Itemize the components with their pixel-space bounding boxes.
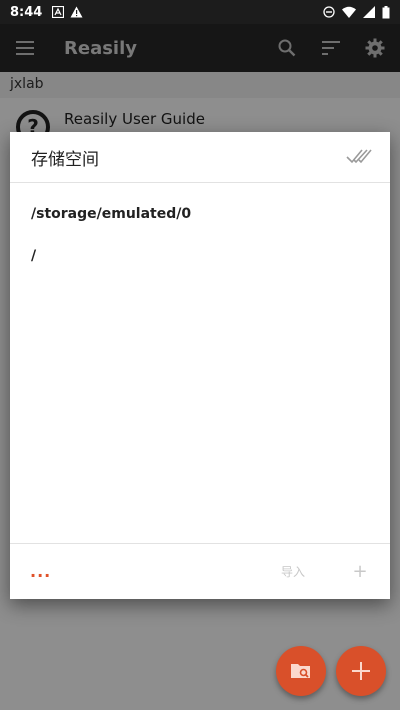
- system-icons: [323, 5, 390, 19]
- wifi-icon: [342, 6, 356, 18]
- app-notification-icon: [52, 6, 65, 18]
- signal-icon: [363, 6, 375, 18]
- dialog-footer: ... 导入 +: [10, 543, 390, 599]
- plus-icon: [352, 662, 370, 680]
- confirm-button[interactable]: [346, 147, 372, 167]
- dialog-header: 存储空间: [10, 132, 390, 183]
- battery-icon: [382, 5, 390, 18]
- path-item-storage[interactable]: /storage/emulated/0: [10, 193, 390, 235]
- path-label: /storage/emulated/0: [31, 206, 192, 222]
- folder-search-icon: [291, 664, 310, 678]
- import-button[interactable]: 导入: [281, 563, 305, 580]
- more-button[interactable]: ...: [30, 562, 51, 581]
- storage-dialog: 存储空间 /storage/emulated/0 / ... 导入 +: [10, 132, 390, 599]
- path-label: /: [31, 248, 37, 264]
- path-item-root[interactable]: /: [10, 235, 390, 277]
- folder-search-fab[interactable]: [276, 646, 326, 696]
- notification-icons: [52, 6, 83, 18]
- status-time: 8:44: [10, 4, 43, 20]
- dialog-title: 存储空间: [31, 149, 99, 170]
- screen: 8:44 Reasily jxlab ? Reasily User Guide …: [0, 0, 400, 710]
- double-check-icon: [346, 149, 372, 164]
- do-not-disturb-icon: [323, 6, 335, 18]
- status-bar: 8:44: [0, 0, 400, 24]
- add-path-button[interactable]: +: [350, 561, 370, 582]
- add-fab[interactable]: [336, 646, 386, 696]
- warning-icon: [70, 6, 83, 18]
- path-list: /storage/emulated/0 /: [10, 183, 390, 277]
